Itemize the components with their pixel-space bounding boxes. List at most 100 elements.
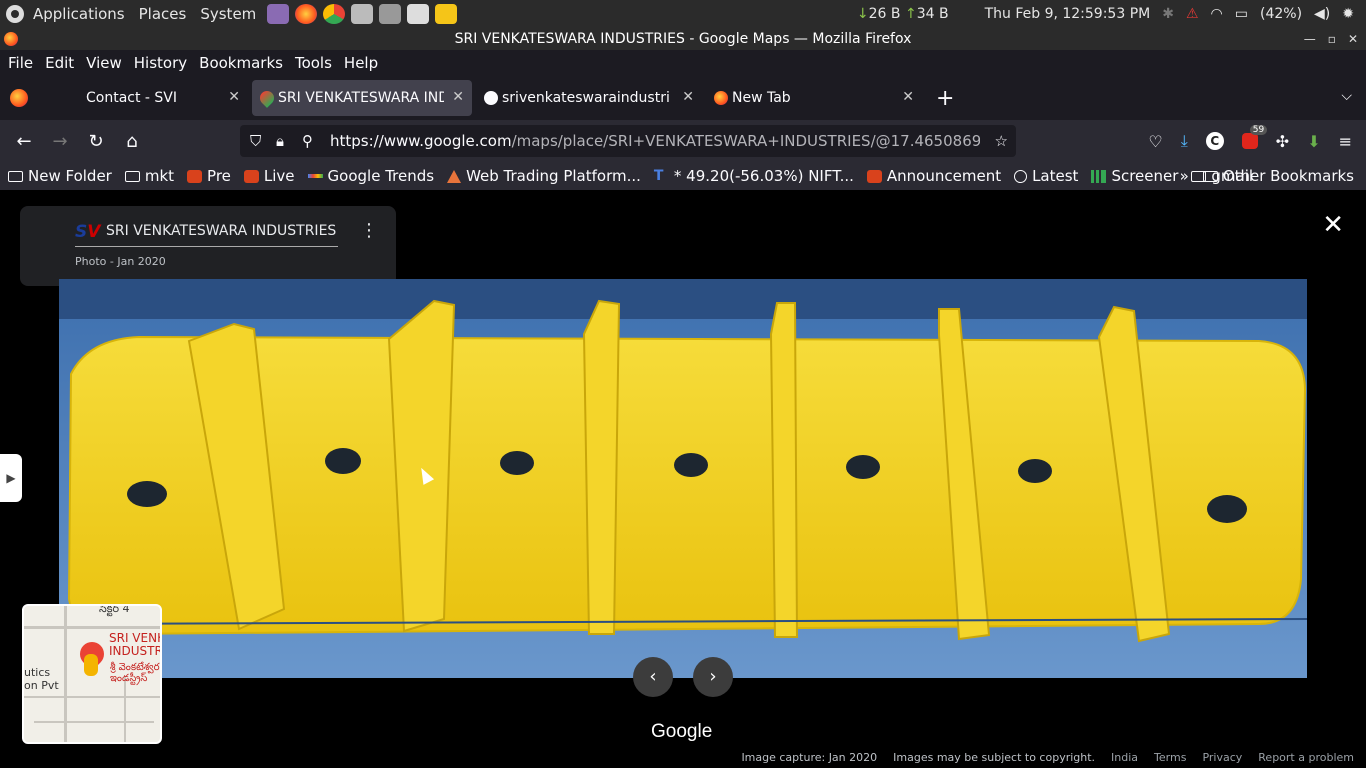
- tab-github[interactable]: srivenkateswaraindustrie ✕: [476, 80, 702, 116]
- bookmark-pre[interactable]: Pre: [187, 167, 231, 185]
- terminal-launcher-icon[interactable]: [407, 4, 430, 24]
- bookmark-mkt[interactable]: mkt: [124, 167, 174, 185]
- reload-icon[interactable]: ↻: [78, 131, 114, 152]
- tab-close-icon[interactable]: ✕: [682, 89, 694, 105]
- bluetooth-icon[interactable]: ✱: [1162, 6, 1174, 22]
- distro-logo-icon[interactable]: [6, 5, 24, 23]
- firefox-window-icon: [4, 32, 18, 46]
- google-watermark: Google: [651, 721, 713, 742]
- tracking-shield-icon[interactable]: ⛉: [250, 132, 261, 150]
- globe-icon: [1014, 169, 1028, 183]
- menu-file[interactable]: File: [2, 54, 39, 72]
- minimize-icon[interactable]: —: [1304, 28, 1316, 50]
- menu-view[interactable]: View: [80, 54, 128, 72]
- map-road: [64, 606, 67, 742]
- wifi-icon[interactable]: ◠: [1211, 6, 1223, 22]
- forward-arrow-icon[interactable]: →: [42, 131, 78, 152]
- ublock-extension-icon[interactable]: 59: [1241, 125, 1268, 149]
- places-menu[interactable]: Places: [132, 5, 194, 23]
- clock[interactable]: Thu Feb 9, 12:59:53 PM: [985, 6, 1151, 22]
- new-tab-plus-icon[interactable]: +: [936, 86, 954, 111]
- calculator-launcher-icon[interactable]: [351, 4, 374, 24]
- folder-icon: [1202, 170, 1218, 182]
- yellow-frp-part-image: [59, 279, 1307, 678]
- volume-icon[interactable]: ◀): [1314, 6, 1330, 22]
- window-close-icon[interactable]: ✕: [1348, 28, 1358, 50]
- warning-icon[interactable]: ⚠: [1186, 6, 1199, 22]
- menubar: File Edit View History Bookmarks Tools H…: [0, 50, 1366, 76]
- menu-edit[interactable]: Edit: [39, 54, 80, 72]
- app-launcher-icon[interactable]: [267, 4, 290, 24]
- place-name[interactable]: SRI VENKATESWARA INDUSTRIES: [106, 223, 336, 239]
- hamburger-menu-icon[interactable]: ≡: [1339, 132, 1352, 151]
- extension-c-icon[interactable]: C: [1205, 132, 1224, 150]
- close-viewer-icon[interactable]: ✕: [1322, 210, 1344, 240]
- bookmark-screener[interactable]: Screener: [1091, 167, 1178, 185]
- firefox-view-icon[interactable]: [10, 89, 28, 107]
- report-problem-link[interactable]: Report a problem: [1258, 751, 1354, 764]
- place-photo[interactable]: [59, 279, 1307, 678]
- tab-google-maps[interactable]: SRI VENKATESWARA INDU ✕: [252, 80, 472, 116]
- url-bar[interactable]: ⛉ 🔒︎ ⚲ https://www.google.com/maps/place…: [240, 125, 1016, 157]
- country-link[interactable]: India: [1111, 751, 1138, 764]
- firefox-icon: [714, 91, 728, 105]
- privacy-link[interactable]: Privacy: [1202, 751, 1242, 764]
- tab-bar: Contact - SVI ✕ SRI VENKATESWARA INDU ✕ …: [0, 76, 1366, 120]
- bars-icon: [1091, 169, 1107, 183]
- maximize-icon[interactable]: ▫: [1328, 28, 1336, 50]
- list-all-tabs-chevron-icon[interactable]: ⌵: [1341, 88, 1352, 104]
- settings-gear-icon[interactable]: ✹: [1342, 6, 1354, 22]
- tab-close-icon[interactable]: ✕: [452, 89, 464, 105]
- menu-bookmarks[interactable]: Bookmarks: [193, 54, 289, 72]
- red-app-icon: [187, 169, 203, 183]
- bookmark-new-folder[interactable]: New Folder: [8, 167, 112, 185]
- bookmark-star-icon[interactable]: ☆: [995, 132, 1008, 150]
- battery-icon[interactable]: ▭: [1235, 6, 1248, 22]
- firefox-launcher-icon[interactable]: [295, 4, 318, 24]
- previous-photo-button[interactable]: ‹: [633, 657, 673, 697]
- bookmark-latest[interactable]: Latest: [1014, 167, 1078, 185]
- battery-percent: (42%): [1259, 6, 1303, 22]
- chevron-right-icon: ▶: [6, 471, 16, 485]
- next-photo-button[interactable]: ›: [693, 657, 733, 697]
- map-road: [124, 676, 126, 742]
- pocket-icon[interactable]: ♡: [1148, 132, 1162, 151]
- bookmark-live[interactable]: Live: [243, 167, 295, 185]
- menu-history[interactable]: History: [128, 54, 193, 72]
- menu-tools[interactable]: Tools: [289, 54, 338, 72]
- menu-help[interactable]: Help: [338, 54, 384, 72]
- lock-icon[interactable]: 🔒︎: [276, 132, 284, 150]
- map-road: [24, 696, 160, 698]
- bookmark-web-trading[interactable]: Web Trading Platform...: [447, 167, 641, 185]
- applications-menu[interactable]: Applications: [26, 5, 132, 23]
- tab-contact-svi[interactable]: Contact - SVI ✕: [36, 80, 248, 116]
- bookmarks-overflow-chevron-icon[interactable]: »: [1180, 167, 1189, 185]
- url-text[interactable]: https://www.google.com/maps/place/SRI+VE…: [330, 132, 980, 150]
- downloads-icon[interactable]: ⤓: [1181, 131, 1188, 151]
- extension-puzzle-icon[interactable]: ✣: [1276, 132, 1289, 151]
- tab-new-tab[interactable]: New Tab ✕: [706, 80, 922, 116]
- location-minimap[interactable]: సెక్టర్ 4 SRI VENK INDUSTR శ్రీ వెంకటేశ్…: [22, 604, 162, 744]
- extension-download-icon[interactable]: ⬇: [1307, 132, 1320, 151]
- tab-close-icon[interactable]: ✕: [228, 89, 240, 105]
- expand-side-panel-button[interactable]: ▶: [0, 454, 22, 502]
- more-options-icon[interactable]: ⋮: [360, 220, 378, 241]
- map-neighbor-label: utics on Pvt: [24, 666, 59, 692]
- navigation-toolbar: ← → ↻ ⌂ ⛉ 🔒︎ ⚲ https://www.google.com/ma…: [0, 120, 1366, 162]
- system-menu[interactable]: System: [193, 5, 263, 23]
- chrome-launcher-icon[interactable]: [323, 4, 346, 24]
- back-arrow-icon[interactable]: ←: [6, 131, 42, 152]
- business-logo[interactable]: SV: [75, 222, 100, 242]
- tab-close-icon[interactable]: ✕: [902, 89, 914, 105]
- permissions-icon[interactable]: ⚲: [302, 132, 313, 150]
- pegman-icon[interactable]: [84, 654, 98, 676]
- viewer-footer: Image capture: Jan 2020 Images may be su…: [741, 751, 1354, 764]
- home-icon[interactable]: ⌂: [114, 131, 150, 152]
- bookmark-nifty[interactable]: T * 49.20(-56.03%) NIFT...: [654, 167, 854, 185]
- terms-link[interactable]: Terms: [1154, 751, 1186, 764]
- bookmark-google-trends[interactable]: Google Trends: [307, 167, 434, 185]
- bookmark-announcement[interactable]: Announcement: [866, 167, 1001, 185]
- screenshot-launcher-icon[interactable]: [379, 4, 402, 24]
- bookmark-other-bookmarks[interactable]: Other Bookmarks: [1202, 167, 1354, 185]
- files-launcher-icon[interactable]: [435, 4, 458, 24]
